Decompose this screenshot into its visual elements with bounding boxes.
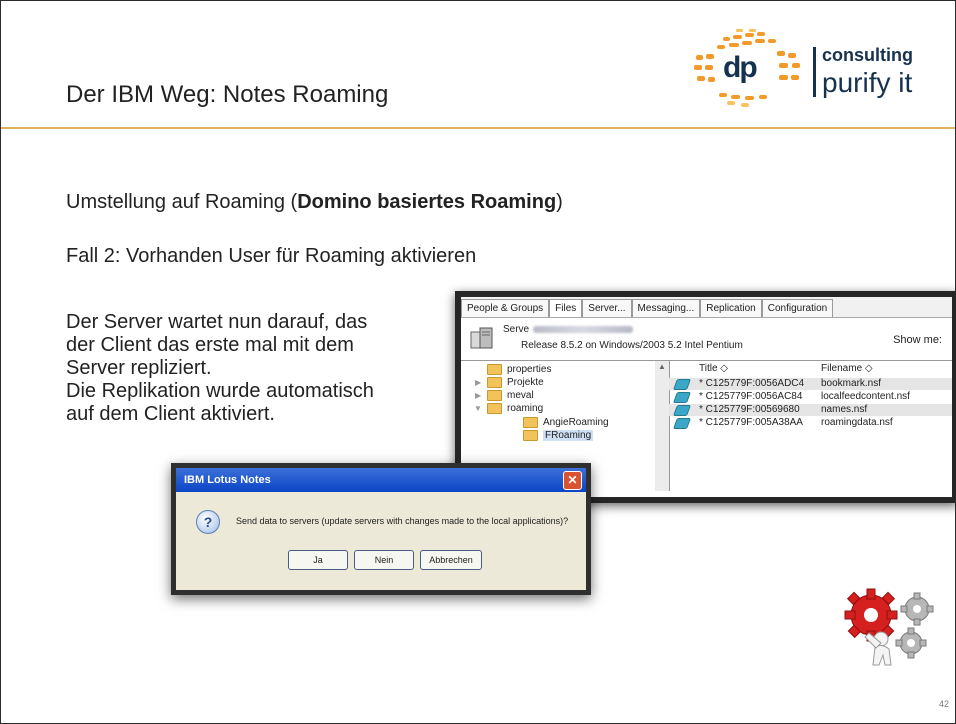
file-title: * C125779F:005A38AA (699, 417, 803, 428)
file-title: * C125779F:00569680 (699, 404, 800, 415)
yes-button[interactable]: Ja (288, 550, 348, 570)
scroll-up-icon[interactable]: ▲ (658, 362, 666, 371)
subhead-bold: Domino basiertes Roaming (297, 191, 557, 213)
cancel-button[interactable]: Abbrechen (420, 550, 482, 570)
server-label: Serve (503, 324, 634, 335)
tab-people-groups[interactable]: People & Groups (461, 299, 550, 317)
dialog-message: Send data to servers (update servers wit… (236, 516, 569, 526)
file-title: * C125779F:0056ADC4 (699, 378, 805, 389)
page-number: 42 (939, 699, 950, 709)
logo-purify-text: purify it (822, 67, 913, 98)
database-icon (672, 392, 692, 403)
logo-divider (813, 47, 816, 97)
close-icon[interactable]: ✕ (563, 471, 582, 490)
logo-consulting-text: consulting (822, 45, 913, 65)
collapse-arrow-icon[interactable]: ▼ (474, 404, 482, 413)
no-button[interactable]: Nein (354, 550, 414, 570)
body-line: Der Server wartet nun darauf, das (66, 311, 368, 333)
dialog-title: IBM Lotus Notes (184, 474, 271, 486)
subhead-prefix: Umstellung auf Roaming ( (66, 191, 298, 213)
file-row[interactable]: * C125779F:0056AC84 localfeedcontent.nsf (669, 391, 952, 403)
tree-item-label: Projekte (507, 377, 544, 389)
tree-item-label: properties (507, 364, 552, 376)
slide-title: Der IBM Weg: Notes Roaming (66, 81, 389, 108)
tree-item-meval[interactable]: meval (487, 390, 534, 401)
file-title: * C125779F:0056AC84 (699, 391, 803, 402)
blurred-server-name (533, 325, 634, 333)
tree-item-label: meval (507, 390, 534, 402)
folder-icon (487, 364, 502, 375)
lotus-notes-dialog: IBM Lotus Notes ✕ ? Send data to servers… (171, 463, 591, 595)
admin-tab-bar: People & Groups Files Server... Messaging..… (461, 297, 952, 318)
tab-replication[interactable]: Replication (700, 299, 762, 317)
file-name: names.nsf (821, 404, 868, 415)
tab-server[interactable]: Server... (582, 299, 632, 317)
database-icon (672, 418, 692, 429)
tree-item-label: roaming (507, 403, 544, 415)
folder-icon (523, 430, 538, 441)
body-line: auf dem Client aktiviert. (66, 403, 275, 425)
file-row[interactable]: * C125779F:00569680 names.nsf (669, 404, 952, 416)
tab-configuration[interactable]: Configuration (761, 299, 834, 317)
gears-figure-icon (844, 588, 934, 666)
show-me-label: Show me: (893, 334, 942, 346)
database-icon (672, 379, 692, 390)
body-line: Server repliziert. (66, 357, 212, 379)
expand-arrow-icon[interactable]: ▶ (475, 391, 481, 400)
tree-item-froaming[interactable]: FRoaming (523, 430, 594, 442)
header-divider (1, 127, 955, 129)
expand-arrow-icon[interactable]: ▶ (475, 378, 481, 387)
file-row[interactable]: * C125779F:0056ADC4 bookmark.nsf (669, 378, 952, 390)
slide: Der IBM Weg: Notes Roaming dp consulting… (0, 0, 956, 724)
tree-item-projekte[interactable]: Projekte (487, 377, 544, 388)
server-label-text: Serve (503, 324, 530, 335)
tree-item-label: FRoaming (543, 430, 594, 442)
column-header-title[interactable]: Title ◇ (699, 363, 728, 374)
logo-dp-text: dp (723, 51, 758, 84)
folder-icon (487, 377, 502, 388)
tree-item-angieroaming[interactable]: AngieRoaming (523, 417, 609, 428)
body-line: Die Replikation wurde automatisch (66, 380, 374, 402)
database-icon (672, 405, 692, 416)
file-list: Title ◇ Filename ◇ * C125779F:0056ADC4 bo… (669, 361, 952, 491)
body-text: Der Server wartet nun darauf, das der Cl… (66, 311, 446, 426)
case-line: Fall 2: Vorhanden User für Roaming aktiv… (66, 245, 477, 267)
tree-item-properties[interactable]: properties (487, 364, 551, 375)
server-info-row: Serve Release 8.5.2 on Windows/2003 5.2 … (461, 318, 952, 361)
slide-subheading: Umstellung auf Roaming (Domino basiertes… (66, 191, 563, 214)
folder-icon (487, 390, 502, 401)
tree-item-label: AngieRoaming (543, 417, 609, 429)
question-icon: ? (196, 510, 220, 534)
tab-messaging[interactable]: Messaging... (631, 299, 701, 317)
server-icon (470, 327, 493, 349)
file-name: bookmark.nsf (821, 378, 882, 389)
tree-scrollbar[interactable]: ▲ (655, 361, 670, 491)
file-name: roamingdata.nsf (821, 417, 893, 428)
folder-icon (523, 417, 538, 428)
tree-item-roaming[interactable]: roaming (487, 403, 543, 414)
dp-consulting-logo: dp consulting purify it (691, 29, 951, 109)
folder-icon (487, 403, 502, 414)
tab-files[interactable]: Files (549, 299, 583, 317)
file-row[interactable]: * C125779F:005A38AA roamingdata.nsf (669, 417, 952, 429)
file-name: localfeedcontent.nsf (821, 391, 910, 402)
server-release-text: Release 8.5.2 on Windows/2003 5.2 Intel … (521, 340, 743, 351)
subhead-suffix: ) (556, 191, 563, 213)
dialog-title-bar: IBM Lotus Notes ✕ (176, 468, 586, 492)
column-header-filename[interactable]: Filename ◇ (821, 363, 873, 374)
body-line: der Client das erste mal mit dem (66, 334, 354, 356)
